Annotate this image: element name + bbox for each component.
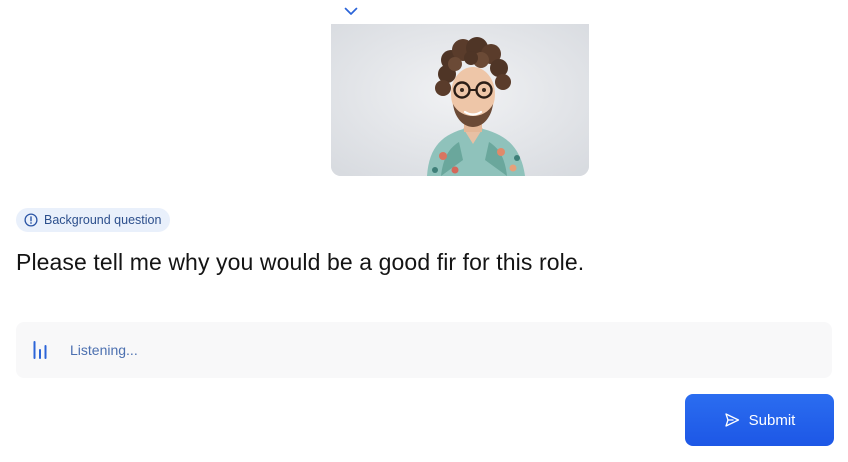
send-icon <box>725 413 739 427</box>
audio-bars-icon <box>33 341 47 359</box>
info-circle-icon <box>24 213 38 227</box>
participant-video <box>331 24 589 176</box>
question-text: Please tell me why you would be a good f… <box>16 249 585 275</box>
submit-label: Submit <box>748 411 796 429</box>
listening-status: Listening... <box>70 342 138 358</box>
chevron-down-icon <box>344 7 358 15</box>
participant-image <box>331 24 589 176</box>
collapse-toggle[interactable] <box>342 3 360 19</box>
submit-button[interactable]: Submit <box>685 394 834 446</box>
question-type-label: Background question <box>44 213 162 227</box>
answer-recording-panel: Listening... <box>16 322 832 378</box>
interview-screen: Background question Please tell me why y… <box>0 0 848 462</box>
question-type-badge: Background question <box>16 208 171 232</box>
